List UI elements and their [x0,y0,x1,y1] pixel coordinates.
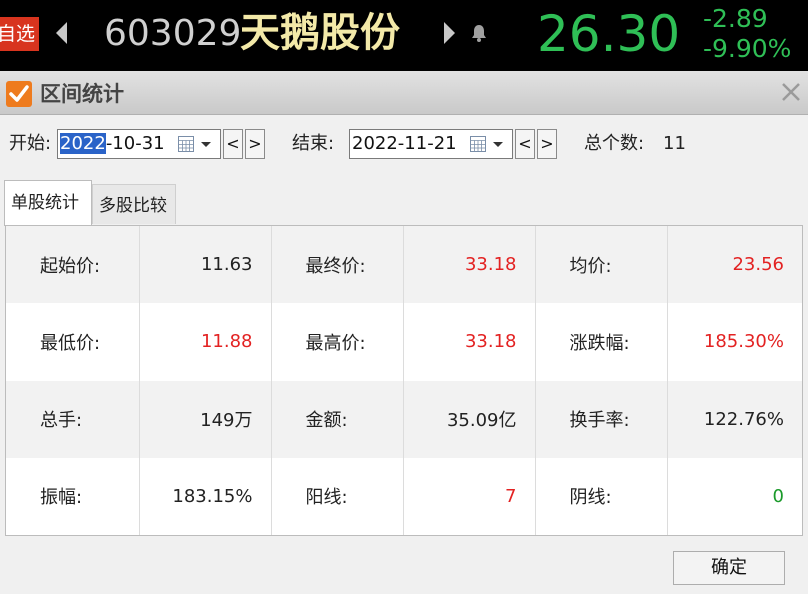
stat-label: 换手率: [535,380,668,458]
favorite-button[interactable]: 自选 [0,17,39,51]
start-date-rest: -10-31 [105,133,165,154]
start-date-value[interactable]: 2022-10-31 [60,133,165,155]
stat-value: 0 [772,485,784,507]
stats-row: 起始价: 11.63 最终价: 33.18 均价: 23.56 [6,226,802,304]
stat-value: 33.18 [403,226,536,304]
tab-single-stock[interactable]: 单股统计 [4,180,92,226]
stat-label: 最终价: [271,226,404,304]
total-count-value: 11 [663,133,686,154]
dialog-titlebar[interactable]: 区间统计 [0,71,808,115]
stat-label: 涨跌幅: [535,303,668,381]
stat-label: 最低价: [6,303,140,381]
stat-label: 总手: [6,380,140,458]
stat-value: 185.30% [703,331,784,353]
favorite-label: 自选 [0,23,35,45]
ok-button[interactable]: 确定 [673,551,785,585]
dropdown-arrow-icon[interactable] [493,142,503,147]
stat-value: 149万 [139,380,272,458]
stat-value: 11.63 [139,226,272,304]
end-prev-button[interactable]: < [515,129,535,159]
date-range-row: 开始: 2022-10-31 < > 结束: 2022-11-21 < > 总个… [0,127,808,161]
dropdown-arrow-icon[interactable] [201,142,211,147]
last-price: 26.30 [537,5,681,63]
stat-value: 7 [403,457,536,535]
close-icon[interactable] [780,81,802,103]
end-next-button[interactable]: > [537,129,557,159]
end-date-value[interactable]: 2022-11-21 [352,133,457,155]
total-count-label: 总个数: [584,133,645,154]
end-date-picker[interactable]: 2022-11-21 [349,129,513,159]
bell-icon[interactable] [471,24,487,42]
tab-multi-stock-compare[interactable]: 多股比较 [92,184,176,224]
stat-value: 23.56 [667,226,802,304]
stat-label: 均价: [535,226,668,304]
start-next-button[interactable]: > [245,129,265,159]
stat-label: 振幅: [6,457,140,535]
price-change-pct: -9.90% [703,34,792,63]
start-date-year-selected: 2022 [60,133,106,154]
stat-value: 33.18 [403,303,536,381]
stat-value: 35.09亿 [403,380,536,458]
stat-label: 起始价: [6,226,140,304]
calendar-icon[interactable] [178,136,194,152]
start-label: 开始: [9,133,52,154]
stat-value: 183.15% [139,457,272,535]
stats-row: 振幅: 183.15% 阳线: 7 阴线: 0 [6,457,802,535]
next-stock-icon[interactable] [444,22,455,44]
check-icon [6,81,32,107]
stat-value: 122.76% [667,380,802,458]
prev-stock-icon[interactable] [56,22,67,44]
dialog-title: 区间统计 [40,82,124,106]
stat-label: 阳线: [271,457,404,535]
stats-grid: 起始价: 11.63 最终价: 33.18 均价: 23.56 最低价: 11.88 最高价: 3… [5,225,803,536]
stat-label: 最高价: [271,303,404,381]
price-change: -2.89 [703,4,768,33]
start-date-picker[interactable]: 2022-10-31 [57,129,221,159]
quote-bar: 自选 603029 天鹅股份 26.30 -2.89 -9.90% [0,0,808,68]
range-stats-dialog: 区间统计 开始: 2022-10-31 < > 结束: 2022-11-21 < [0,71,808,594]
stats-row: 总手: 149万 金额: 35.09亿 换手率: 122.76% [6,380,802,458]
stock-code: 603029 [104,13,242,54]
start-prev-button[interactable]: < [223,129,243,159]
end-label: 结束: [292,133,335,154]
stat-label: 金额: [271,380,404,458]
calendar-icon[interactable] [470,136,486,152]
stock-name: 天鹅股份 [240,10,400,56]
stats-row: 最低价: 11.88 最高价: 33.18 涨跌幅: 185.30% [6,303,802,381]
stat-value: 11.88 [139,303,272,381]
stat-label: 阴线: [535,457,668,535]
